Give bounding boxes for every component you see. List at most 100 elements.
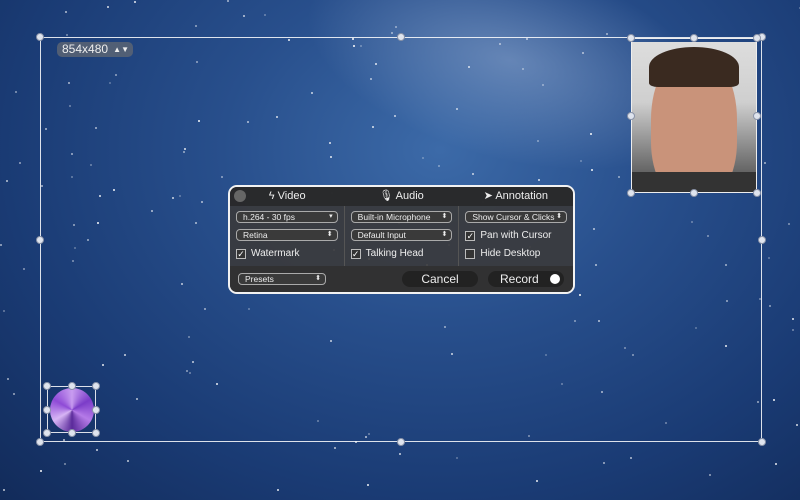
close-button[interactable] (234, 190, 246, 202)
star (788, 222, 791, 225)
star (366, 483, 369, 486)
star (19, 161, 22, 164)
cursor-select[interactable]: Show Cursor & Clicks ⬍ (465, 211, 568, 223)
logo-resize-handle[interactable] (43, 382, 51, 390)
logo-resize-handle[interactable] (43, 405, 51, 414)
star (603, 462, 606, 465)
star (456, 456, 459, 459)
webcam-resize-handle[interactable] (690, 34, 698, 42)
presets-select[interactable]: Presets ⬍ (238, 273, 326, 285)
updown-icon: ⬍ (556, 213, 563, 220)
star (127, 460, 130, 463)
annotation-column: Show Cursor & Clicks ⬍ ✓ Pan with Cursor H… (459, 206, 573, 266)
star (264, 13, 267, 16)
updown-icon: ⬍ (441, 213, 448, 220)
webcam-resize-handle[interactable] (753, 111, 761, 120)
star (2, 309, 5, 312)
webcam-resize-handle[interactable] (753, 34, 761, 42)
pan-with-cursor-checkbox[interactable]: ✓ Pan with Cursor (465, 229, 567, 242)
star (2, 489, 5, 492)
star (5, 179, 8, 182)
star (772, 399, 775, 402)
star (277, 488, 280, 491)
star (243, 14, 246, 17)
webcam-resize-handle[interactable] (627, 111, 635, 120)
star (791, 317, 794, 320)
star (227, 0, 230, 2)
watermark-checkbox[interactable]: ✓ Watermark (236, 247, 338, 260)
star (66, 34, 69, 37)
star (65, 10, 68, 13)
video-column: h.264 - 30 fps ▾ Retina ⬍ ✓ Watermark (230, 206, 345, 266)
lightning-icon: ϟ (268, 190, 278, 202)
star (709, 473, 712, 476)
microphone-select[interactable]: Built-in Microphone ⬍ (350, 211, 453, 223)
star (23, 268, 26, 271)
input-select[interactable]: Default Input ⬍ (350, 229, 453, 241)
cursor-icon: ➤ (483, 190, 496, 202)
star (767, 257, 770, 260)
logo-resize-handle[interactable] (67, 382, 76, 390)
star (0, 243, 3, 246)
capture-resize-handle[interactable] (36, 33, 44, 41)
logo-resize-handle[interactable] (67, 429, 76, 437)
star (194, 25, 197, 28)
capture-resize-handle[interactable] (397, 438, 405, 446)
webcam-resize-handle[interactable] (690, 189, 698, 197)
star (14, 91, 17, 94)
star (40, 469, 43, 472)
chevron-down-icon: ▾ (329, 213, 333, 220)
star (769, 304, 772, 307)
star (106, 6, 109, 9)
webcam-resize-handle[interactable] (627, 189, 635, 197)
tab-annotation[interactable]: ➤ Annotation (459, 187, 573, 206)
empty-checkbox (465, 248, 476, 259)
talking-head-checkbox[interactable]: ✓ Talking Head (350, 247, 453, 260)
star (63, 463, 66, 466)
timer-icon[interactable] (550, 274, 560, 284)
checkmark-icon: ✓ (465, 230, 476, 241)
logo-resize-handle[interactable] (43, 429, 51, 437)
microphone-icon: 🎙︎ (379, 190, 396, 202)
webcam-resize-handle[interactable] (627, 34, 635, 42)
cancel-button[interactable]: Cancel (402, 271, 478, 287)
capture-resize-handle[interactable] (758, 235, 766, 244)
capture-resize-handle[interactable] (397, 33, 405, 41)
logo-frame[interactable] (47, 386, 96, 433)
checkmark-icon: ✓ (236, 248, 246, 259)
star (764, 162, 767, 165)
resolution-select[interactable]: 854x480 ▲▼ (57, 42, 133, 57)
tab-video[interactable]: ϟ Video (230, 187, 344, 206)
star (333, 447, 336, 450)
updown-icon: ▲▼ (113, 45, 129, 54)
webcam-frame[interactable] (631, 38, 757, 193)
capture-resize-handle[interactable] (36, 235, 44, 244)
recording-panel: ϟ Video 🎙︎ Audio ➤ Annotation h.264 - 30… (228, 185, 575, 294)
capture-resize-handle[interactable] (758, 438, 766, 446)
star (399, 453, 402, 456)
capture-resize-handle[interactable] (36, 438, 44, 446)
resolution-value: 854x480 (62, 42, 109, 56)
star (96, 449, 99, 452)
audio-column: Built-in Microphone ⬍ Default Input ⬍ ✓ Tal… (345, 206, 460, 266)
tab-audio[interactable]: 🎙︎ Audio (344, 187, 458, 206)
logo-resize-handle[interactable] (92, 382, 100, 390)
logo-resize-handle[interactable] (92, 405, 100, 414)
star (536, 480, 539, 483)
codec-select[interactable]: h.264 - 30 fps ▾ (236, 211, 338, 223)
star (795, 424, 798, 427)
webcam-resize-handle[interactable] (753, 189, 761, 197)
star (6, 378, 9, 381)
star (792, 329, 795, 332)
updown-icon: ⬍ (326, 231, 333, 238)
star (390, 32, 393, 35)
updown-icon: ⬍ (441, 231, 448, 238)
star (13, 393, 16, 396)
logo-resize-handle[interactable] (92, 429, 100, 437)
hide-desktop-checkbox[interactable]: Hide Desktop (465, 247, 567, 260)
star (629, 457, 632, 460)
updown-icon: ⬍ (315, 275, 321, 282)
checkmark-icon: ✓ (350, 248, 361, 259)
quality-select[interactable]: Retina ⬍ (236, 229, 338, 241)
star (774, 463, 777, 466)
